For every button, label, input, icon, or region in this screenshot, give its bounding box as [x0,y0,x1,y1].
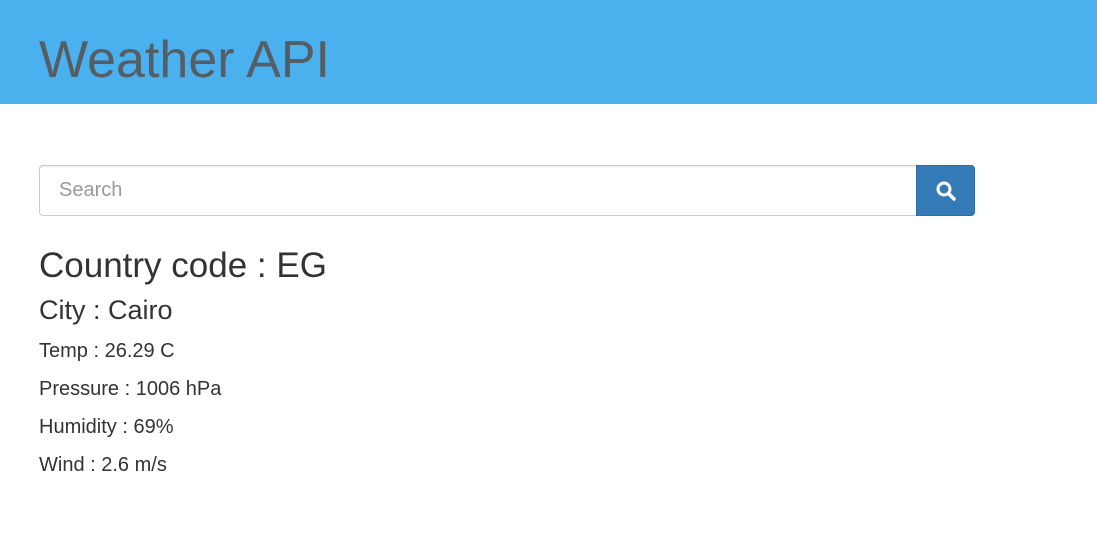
app-header: Weather API [0,0,1097,104]
country-code: Country code : EG [39,246,327,285]
search-input[interactable] [39,165,916,216]
search-button[interactable] [916,165,975,216]
search-icon [936,181,956,201]
search-bar [39,165,975,216]
wind-speed: Wind : 2.6 m/s [39,454,167,476]
pressure: Pressure : 1006 hPa [39,378,222,400]
humidity: Humidity : 69% [39,416,174,438]
temperature: Temp : 26.29 C [39,340,175,362]
city-name: City : Cairo [39,295,173,325]
app-title: Weather API [39,31,330,89]
weather-result: Country code : EG City : Cairo Temp : 26… [39,244,327,484]
